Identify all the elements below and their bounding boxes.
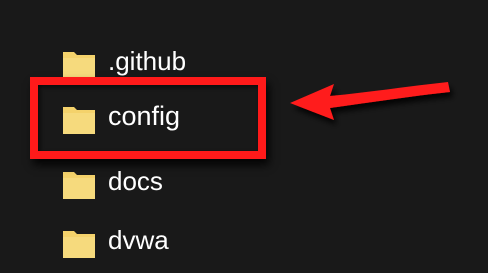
folder-item-dvwa[interactable]: dvwa: [56, 219, 256, 263]
highlight-box: [30, 77, 266, 159]
folder-icon: [63, 231, 95, 258]
folder-icon: [63, 172, 95, 199]
folder-icon: [63, 52, 95, 79]
pointer-arrow-icon: [290, 82, 450, 120]
folder-name: dvwa: [108, 225, 169, 255]
folder-name: docs: [108, 166, 163, 196]
folder-name: .github: [108, 46, 187, 76]
file-explorer-list: .github config docs dvwa: [0, 0, 488, 273]
folder-item-docs[interactable]: docs: [56, 160, 256, 204]
